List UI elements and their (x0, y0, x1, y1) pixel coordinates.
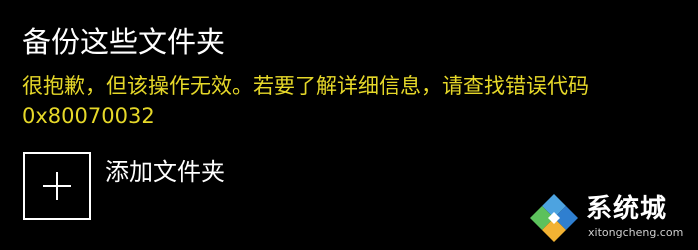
watermark-logo: 系统城 xitongcheng.com (520, 186, 696, 248)
add-folder-tile[interactable] (23, 152, 91, 220)
error-message: 很抱歉，但该操作无效。若要了解详细信息，请查找错误代码 (22, 74, 589, 98)
page-title: 备份这些文件夹 (22, 25, 226, 59)
watermark-url: xitongcheng.com (588, 226, 684, 239)
xitongcheng-logo-icon (530, 194, 578, 242)
error-code: 0x80070032 (22, 104, 155, 128)
add-folder-button[interactable]: 添加文件夹 (23, 152, 225, 220)
add-folder-label: 添加文件夹 (105, 158, 225, 186)
watermark-brand: 系统城 (586, 194, 668, 224)
plus-icon (43, 172, 71, 200)
